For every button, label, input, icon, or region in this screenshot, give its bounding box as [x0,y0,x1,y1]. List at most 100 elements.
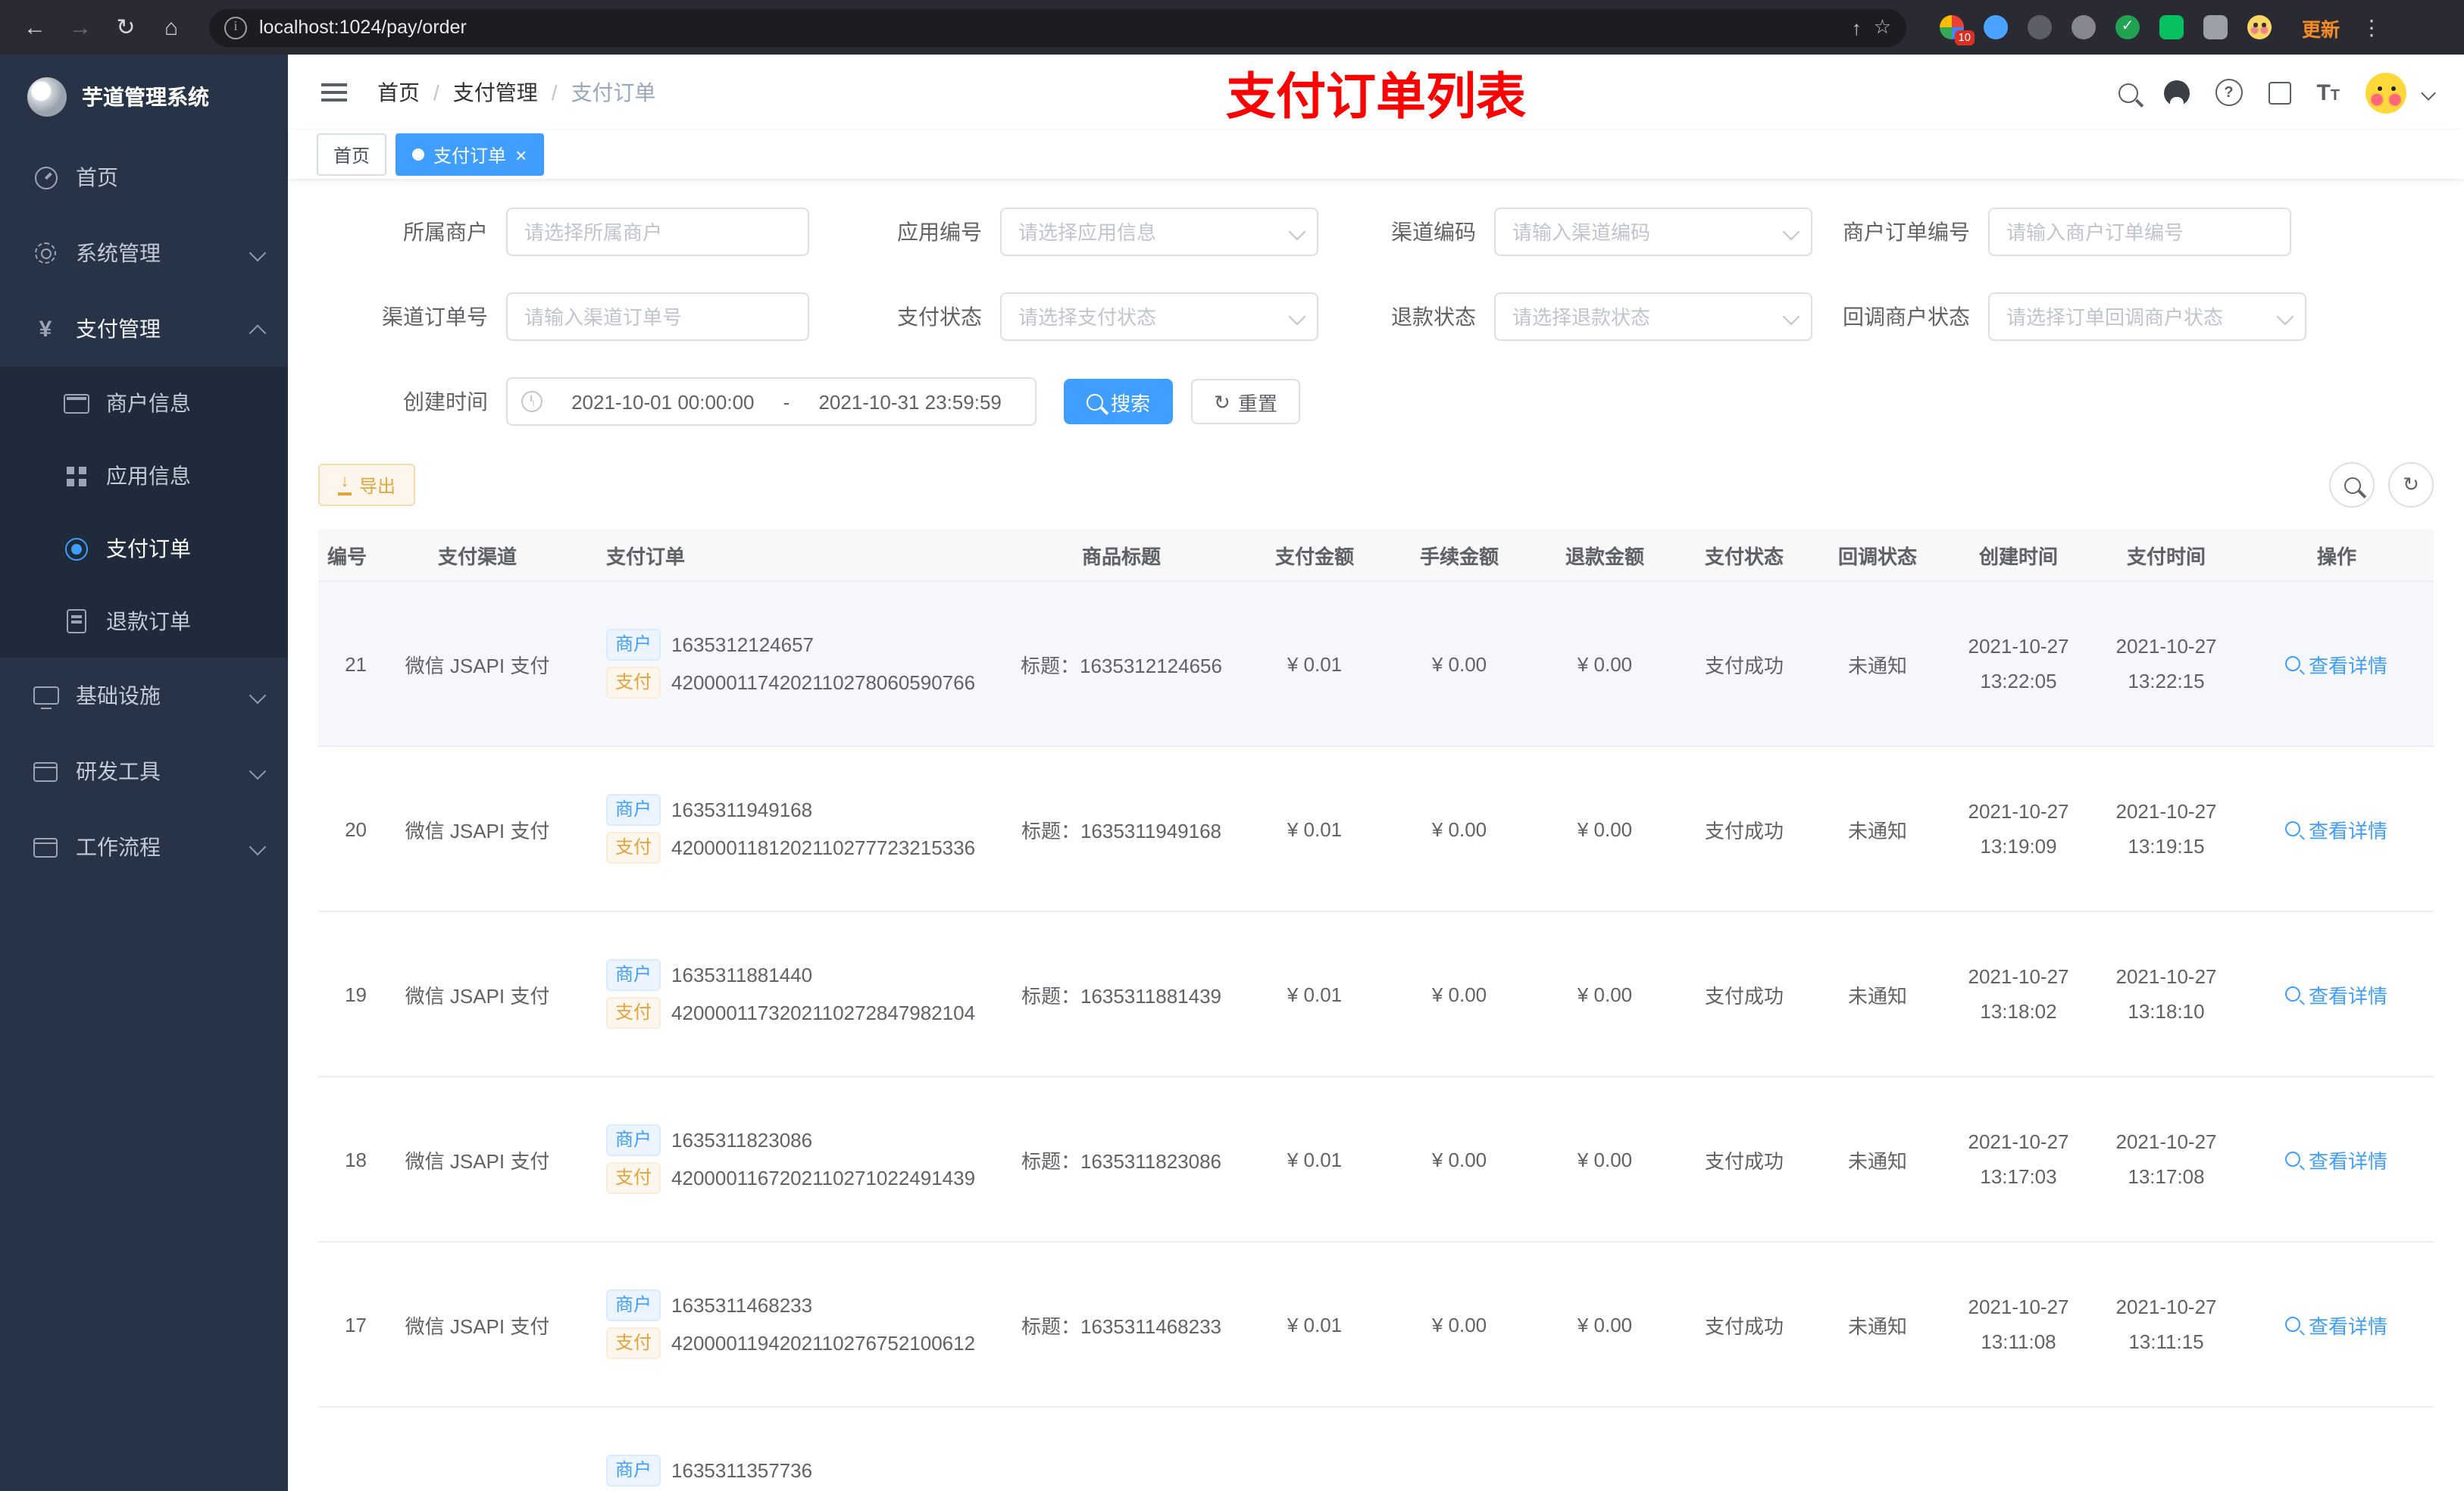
annotation-title: 支付订单列表 [1226,68,1526,124]
sidebar-item-refund-order[interactable]: 退款订单 [0,585,288,658]
sidebar-item-merchant-info[interactable]: 商户信息 [0,367,288,439]
view-detail-link[interactable]: 查看详情 [2285,649,2387,678]
order-id-cell: 19 [345,983,367,1005]
avatar-caret-icon[interactable] [2421,85,2436,100]
view-detail-link[interactable]: 查看详情 [2285,980,2387,1008]
github-icon[interactable] [2163,80,2190,105]
font-size-icon[interactable] [2316,81,2340,104]
breadcrumb-payment[interactable]: 支付管理 [453,77,538,108]
close-icon[interactable]: × [515,145,527,164]
chevron-down-icon [1288,223,1306,241]
site-info-icon[interactable] [224,16,247,39]
breadcrumb-home[interactable]: 首页 [377,77,420,108]
order-id-cell: 17 [345,1313,367,1336]
pay-status-select[interactable] [1000,292,1318,341]
pay-order-table: 编号 支付渠道 支付订单 商品标题 支付金额 手续金额 退款金额 支付状态 回调… [318,529,2434,1491]
chevron-up-icon [249,324,267,342]
actions-cell: 查看详情 [2240,980,2434,1008]
share-icon[interactable]: ↑ [1852,16,1862,39]
tags-view-bar: 首页 支付订单 × [288,130,2464,179]
sidebar-item-app-info[interactable]: 应用信息 [0,439,288,512]
pay-time-cell: 2021-10-27 13:18:10 [2115,964,2217,1023]
search-button[interactable]: 搜索 [1064,379,1174,424]
view-detail-link[interactable]: 查看详情 [2285,1145,2387,1174]
browser-toolbar: ← → ↻ ⌂ localhost:1024/pay/order ↑ ☆ 10 … [0,0,2464,55]
back-icon[interactable]: ← [15,8,55,47]
extension-icon-6[interactable] [2159,15,2184,39]
merchant-input[interactable] [506,208,809,256]
extensions-area: 10 [1940,15,2272,45]
sidebar-item-home[interactable]: 首页 [0,139,288,215]
table-row: 17 微信 JSAPI 支付 商户 1635311468233 支付 4200001… [318,1242,2434,1408]
table-row: 20 微信 JSAPI 支付 商户 1635311949168 支付 4200001… [318,747,2434,912]
product-title-cell: 标题：1635311949168 [1021,819,1222,842]
top-navbar: 首页 / 支付管理 / 支付订单 支付订单列表 [288,55,2464,130]
actions-cell: 查看详情 [2240,1310,2434,1339]
fullscreen-icon[interactable] [2268,81,2291,104]
forward-icon[interactable]: → [61,8,100,47]
app-select[interactable] [1000,208,1318,256]
extension-icon-2[interactable] [1984,15,2008,39]
merchant-order-no-input[interactable] [1988,208,2291,256]
reset-button[interactable]: 重置 [1191,379,1300,424]
pay-tag: 支付 [606,997,661,1029]
app-label: 应用编号 [897,220,982,244]
merchant-tag: 商户 [606,1455,661,1486]
extensions-pin-icon[interactable] [2203,15,2228,39]
clock-icon [521,391,543,412]
pay-channel-cell: 微信 JSAPI 支付 [405,1149,550,1172]
reload-icon[interactable]: ↻ [106,8,145,47]
actions-cell: 查看详情 [2240,649,2434,678]
app-title: 芋道管理系统 [82,85,209,109]
extension-icon-5[interactable] [2115,15,2140,39]
pay-order-cell: 商户 1635311881440 支付 4200001173202110272847… [576,953,1000,1035]
channel-order-no-input[interactable] [506,292,809,341]
browser-menu-icon[interactable]: ⋮ [2355,14,2388,40]
tab-home[interactable]: 首页 [317,133,387,176]
pay-order-cell: 商户 1635312124657 支付 4200001174202110278060… [576,623,1000,705]
notify-status-cell: 未通知 [1847,1314,1907,1337]
create-time-range[interactable]: - [506,377,1037,426]
chrome-update-button[interactable]: 更新 [2302,13,2340,42]
sidebar-item-infra[interactable]: 基础设施 [0,658,288,733]
extension-icon-4[interactable] [2072,15,2096,39]
view-detail-link[interactable]: 查看详情 [2285,814,2387,843]
active-dot-icon [412,148,425,161]
extension-icon-3[interactable] [2028,15,2052,39]
date-end-input[interactable] [799,389,1021,414]
sidebar-item-workflow[interactable]: 工作流程 [0,809,288,885]
sidebar-item-system[interactable]: 系统管理 [0,215,288,291]
notify-status-select[interactable] [1988,292,2306,341]
pay-amount-cell: ¥ 0.01 [1287,1313,1343,1336]
chevron-down-icon [1288,308,1306,326]
channel-code-select[interactable] [1494,208,1812,256]
view-detail-link[interactable]: 查看详情 [2285,1310,2387,1339]
sidebar-fold-icon[interactable] [321,83,347,86]
address-bar[interactable]: localhost:1024/pay/order ↑ ☆ [209,8,1906,46]
sidebar-item-devtools[interactable]: 研发工具 [0,733,288,809]
merchant-tag: 商户 [606,794,661,826]
export-button[interactable]: 导出 [318,464,416,506]
pay-time-cell: 2021-10-27 13:22:15 [2115,634,2217,692]
date-start-input[interactable] [552,389,774,414]
search-icon[interactable] [2118,83,2138,102]
sidebar-item-payment[interactable]: 支付管理 [0,291,288,367]
pay-tag: 支付 [606,832,661,864]
refresh-table-button[interactable] [2388,462,2434,508]
profile-avatar-icon[interactable] [2247,15,2272,39]
refund-status-select[interactable] [1494,292,1812,341]
search-icon [2285,986,2301,1002]
sidebar-item-pay-order[interactable]: 支付订单 [0,512,288,585]
bookmark-star-icon[interactable]: ☆ [1874,15,1891,39]
extension-icon-1[interactable]: 10 [1940,15,1975,45]
user-avatar[interactable] [2366,72,2406,113]
home-icon[interactable]: ⌂ [152,8,191,47]
card-icon [61,393,91,413]
url-text[interactable]: localhost:1024/pay/order [259,17,1840,38]
app-logo: 芋道管理系统 [0,55,288,139]
toggle-search-button[interactable] [2329,462,2375,508]
tab-pay-order[interactable]: 支付订单 × [396,133,544,176]
pay-tag: 支付 [606,1327,661,1359]
help-icon[interactable] [2215,79,2243,106]
pay-time-cell: 2021-10-27 13:19:15 [2115,799,2217,858]
